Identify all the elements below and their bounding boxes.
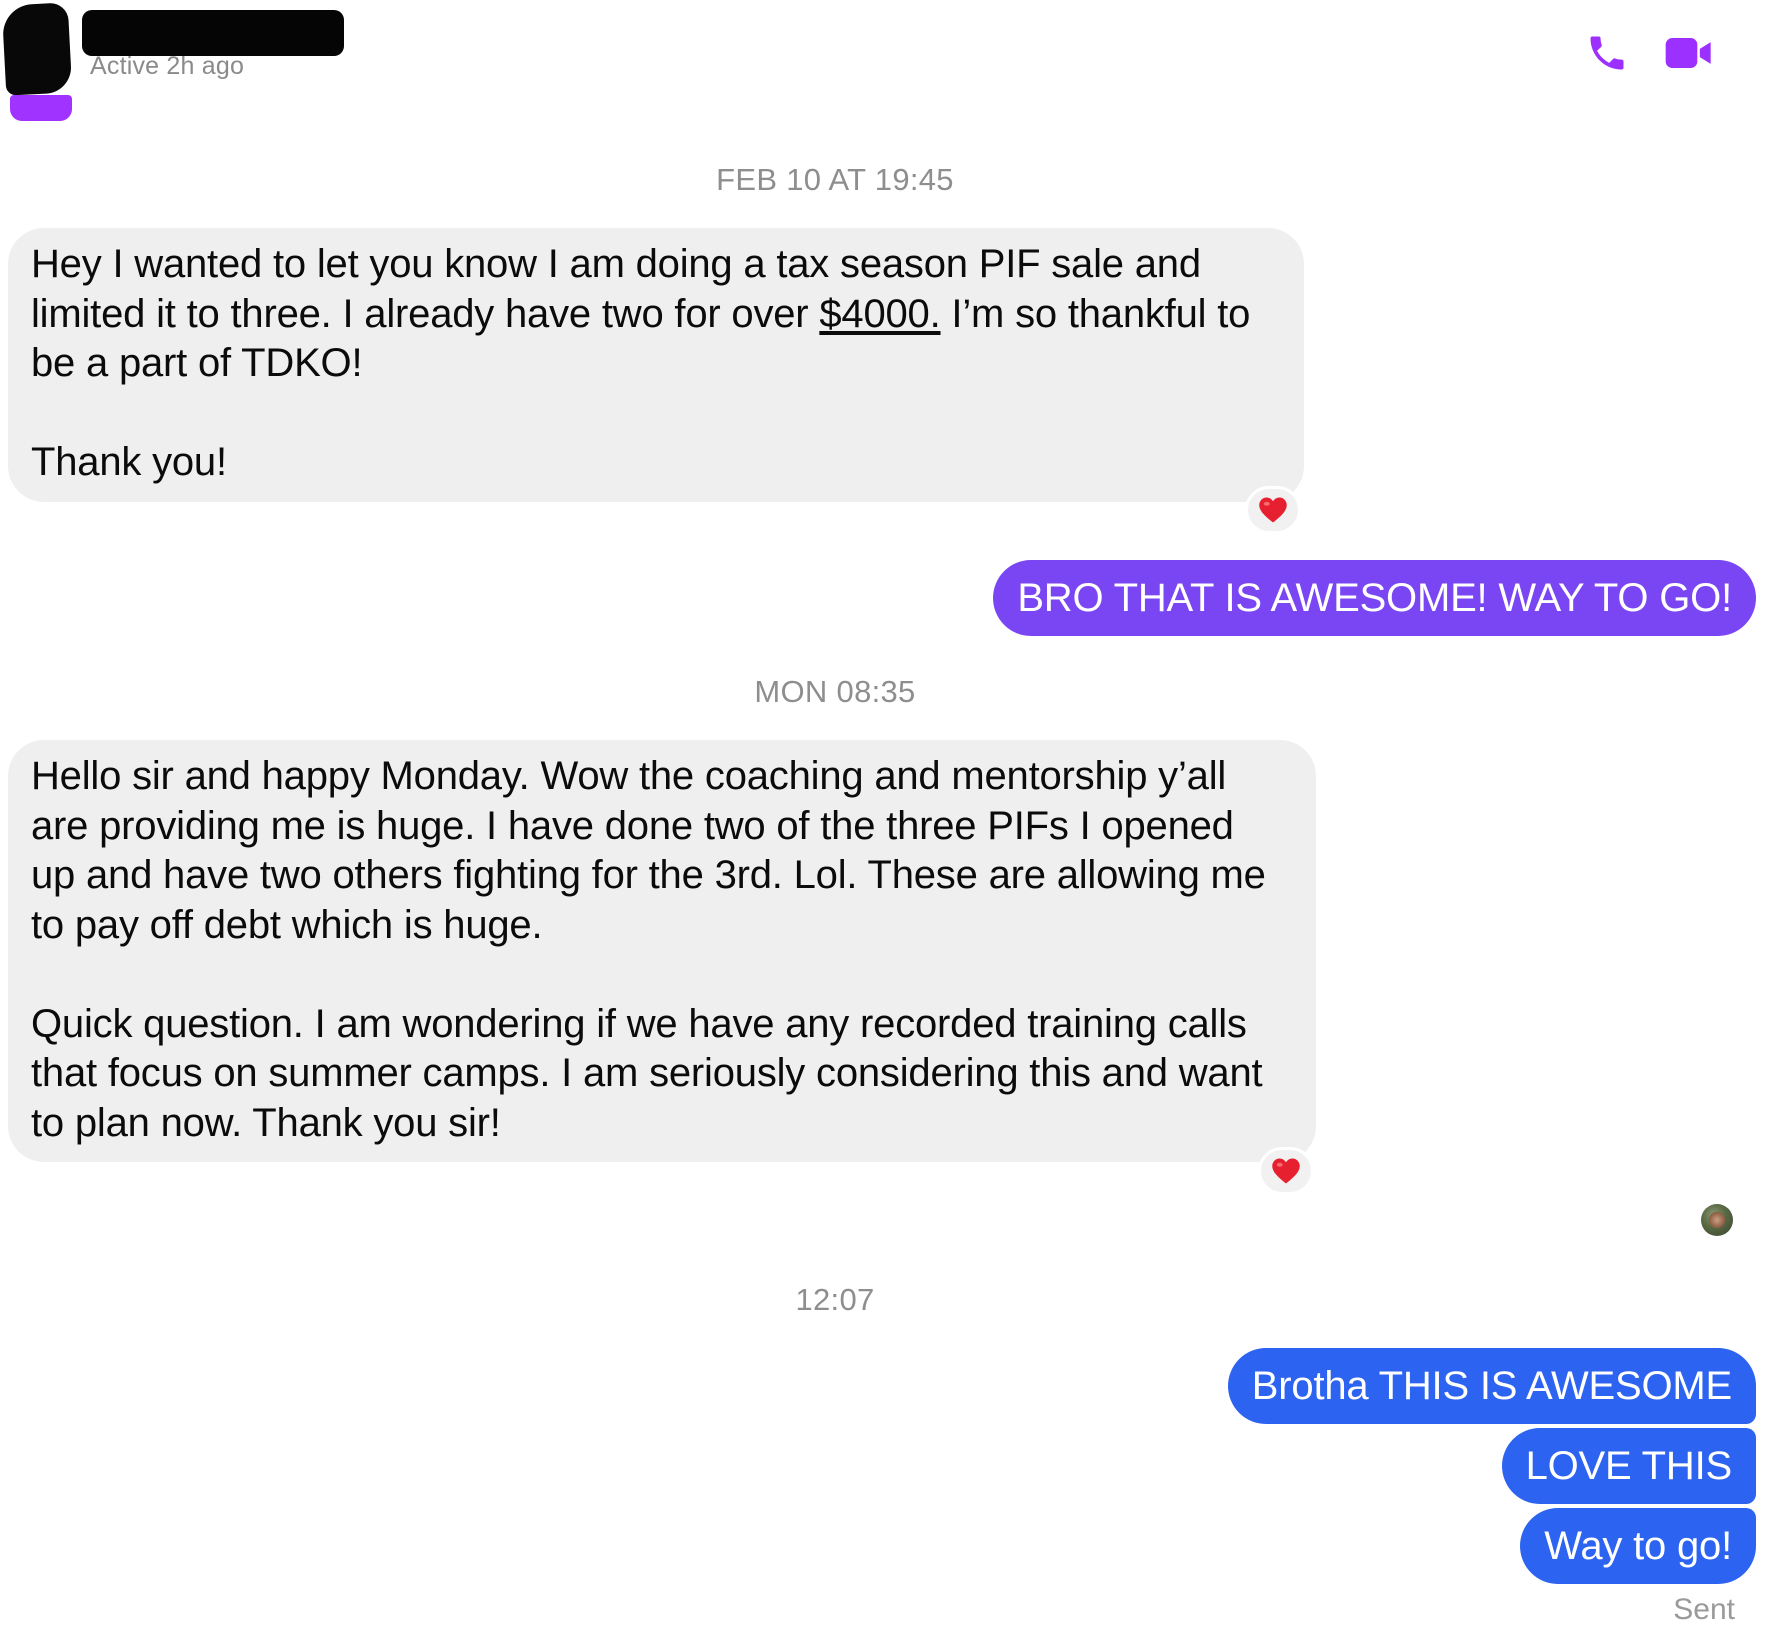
outgoing-message-bubble[interactable]: Brotha THIS IS AWESOME <box>1227 1348 1756 1424</box>
incoming-message-bubble[interactable]: Hey I wanted to let you know I am doing … <box>8 228 1304 502</box>
read-receipt-avatar <box>1701 1204 1733 1236</box>
red-heart-icon <box>1259 497 1287 523</box>
heart-reaction[interactable] <box>1245 486 1301 534</box>
message-paragraph: Hey I wanted to let you know I am doing … <box>31 240 1276 389</box>
outgoing-message-bubble[interactable]: Way to go! <box>1520 1508 1756 1584</box>
incoming-message-bubble[interactable]: Hello sir and happy Monday. Wow the coac… <box>8 740 1316 1162</box>
red-heart-icon <box>1272 1158 1300 1184</box>
message-paragraph: Hello sir and happy Monday. Wow the coac… <box>31 754 1266 947</box>
amount-underlined-text: $4000. <box>819 291 941 336</box>
thread-timestamp: FEB 10 AT 19:45 <box>716 162 954 197</box>
outgoing-message-bubble[interactable]: LOVE THIS <box>1501 1428 1756 1504</box>
message-paragraph: Thank you! <box>31 440 227 484</box>
contact-avatar[interactable] <box>1 2 73 96</box>
message-paragraph: Quick question. I am wondering if we hav… <box>31 1001 1263 1145</box>
active-status-text: Active 2h ago <box>90 52 245 80</box>
phone-icon[interactable] <box>1580 26 1634 80</box>
contact-name-redacted[interactable] <box>82 10 344 56</box>
avatar-status-accent <box>10 95 72 121</box>
outgoing-message-bubble[interactable]: BRO THAT IS AWESOME! WAY TO GO! <box>993 560 1756 636</box>
video-camera-icon[interactable] <box>1662 26 1716 80</box>
chat-header: Active 2h ago <box>0 0 1769 125</box>
delivery-status: Sent <box>1673 1593 1735 1626</box>
heart-reaction[interactable] <box>1258 1147 1314 1195</box>
thread-timestamp: MON 08:35 <box>754 674 916 709</box>
thread-timestamp: 12:07 <box>795 1282 875 1317</box>
